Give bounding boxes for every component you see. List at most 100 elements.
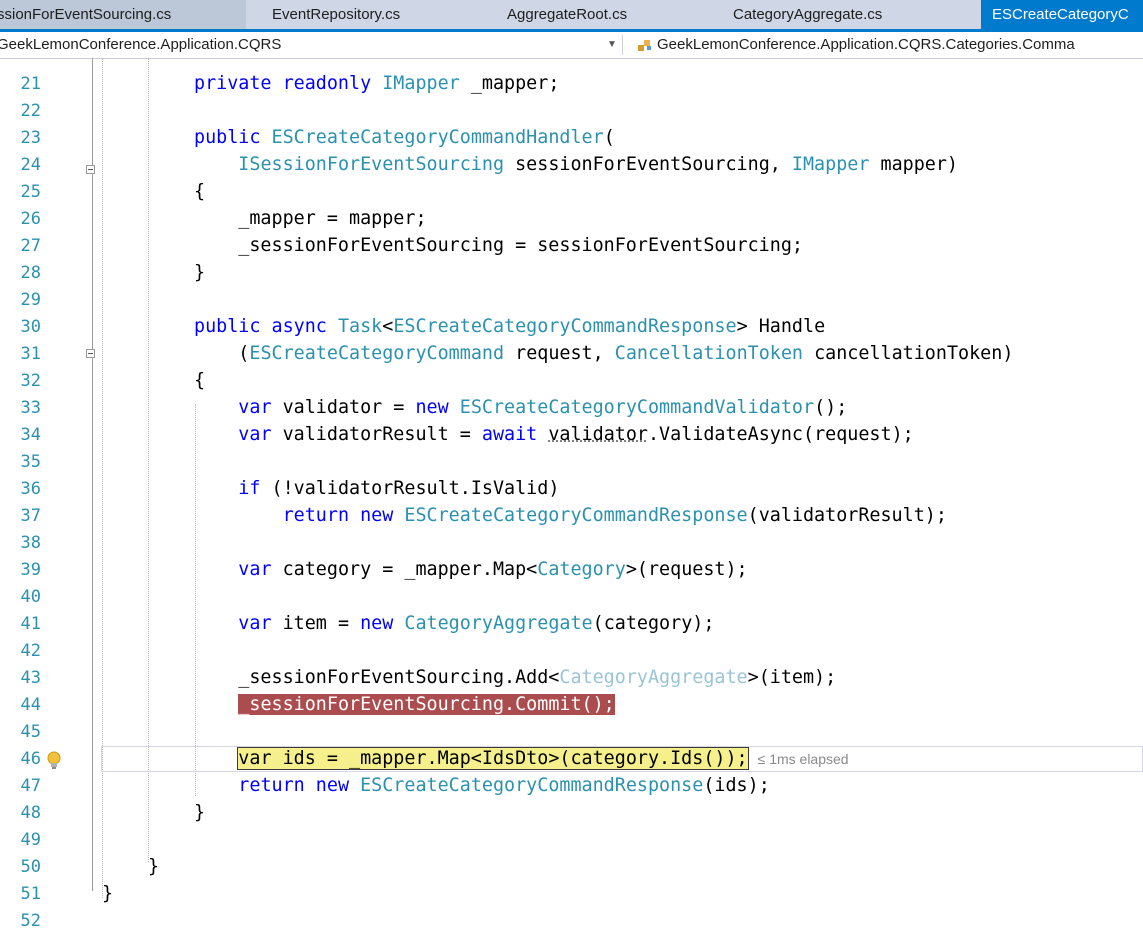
code-line[interactable]: 28} <box>0 260 1143 286</box>
line-number: 51 <box>20 884 41 904</box>
line-number: 23 <box>20 128 41 148</box>
code-line[interactable]: 34 var validatorResult = await validator… <box>0 422 1143 448</box>
code-token: sessionForEventSourcing, <box>504 154 792 175</box>
code-line[interactable]: 45 <box>0 719 1143 745</box>
code-text: public ESCreateCategoryCommandHandler( <box>194 125 615 151</box>
line-number: 28 <box>20 263 41 283</box>
code-token: ESCreateCategoryCommand <box>249 343 505 364</box>
code-line[interactable]: 26 _mapper = mapper; <box>0 206 1143 232</box>
code-line[interactable]: 21 private readonly IMapper _mapper; <box>0 71 1143 97</box>
code-line[interactable]: 27 _sessionForEventSourcing = sessionFor… <box>0 233 1143 259</box>
code-text: { <box>194 179 205 205</box>
code-line[interactable]: 41 var item = new CategoryAggregate(cate… <box>0 611 1143 637</box>
code-token: var <box>238 424 272 445</box>
code-text: _sessionForEventSourcing.Commit(); <box>194 692 615 718</box>
tab-es-create-category-command-handler[interactable]: ESCreateCategoryC <box>981 0 1143 29</box>
code-token: return new <box>282 505 405 526</box>
code-token: var <box>238 397 272 418</box>
code-token: _sessionForEventSourcing.Add< <box>194 667 560 688</box>
code-line[interactable]: 50} <box>0 854 1143 880</box>
code-line[interactable]: 30 public async Task<ESCreateCategoryComm… <box>0 314 1143 340</box>
code-line[interactable]: 23 public ESCreateCategoryCommandHandler( <box>0 125 1143 151</box>
code-token: category = _mapper.Map< <box>271 559 538 580</box>
line-number: 49 <box>20 830 41 850</box>
code-text: private readonly IMapper _mapper; <box>194 71 559 97</box>
line-number: 46 <box>20 749 41 769</box>
line-number: 50 <box>20 857 41 877</box>
code-token: ESCreateCategoryCommandValidator <box>459 397 815 418</box>
line-number: 37 <box>20 506 41 526</box>
code-token: ESCreateCategoryCommandResponse <box>404 505 748 526</box>
tab-session-for-event-sourcing[interactable]: ssionForEventSourcing.cs <box>0 0 246 29</box>
code-line[interactable]: 22 <box>0 98 1143 124</box>
navbar-divider <box>622 35 623 55</box>
code-text: return new ESCreateCategoryCommandRespon… <box>194 503 947 529</box>
code-line[interactable]: 44 _sessionForEventSourcing.Commit(); <box>0 692 1143 718</box>
line-number: 32 <box>20 371 41 391</box>
code-text: { <box>194 368 205 394</box>
code-token: ( <box>603 127 615 148</box>
code-token: return new <box>238 775 361 796</box>
code-text: } <box>102 881 113 907</box>
code-token: validator <box>548 424 648 445</box>
code-line[interactable]: 24 ISessionForEventSourcing sessionForEv… <box>0 152 1143 178</box>
code-token: >(request); <box>625 559 748 580</box>
code-text: var item = new CategoryAggregate(categor… <box>194 611 714 637</box>
breakpoint-statement: _sessionForEventSourcing.Commit(); <box>238 694 615 715</box>
line-number: 25 <box>20 182 41 202</box>
code-line[interactable]: 25 { <box>0 179 1143 205</box>
type-scope-dropdown[interactable]: GeekLemonConference.Application.CQRS.Cat… <box>657 32 1075 58</box>
code-line[interactable]: 33 var validator = new ESCreateCategoryC… <box>0 395 1143 421</box>
code-token: CategoryAggregate <box>559 667 748 688</box>
chevron-down-icon[interactable]: ▼ <box>607 32 617 58</box>
code-text: var ids = _mapper.Map<IdsDto>(category.I… <box>194 746 849 772</box>
code-text: } <box>194 260 205 286</box>
tab-event-repository[interactable]: EventRepository.cs <box>272 0 472 29</box>
tab-category-aggregate[interactable]: CategoryAggregate.cs <box>733 0 963 29</box>
tab-aggregate-root[interactable]: AggregateRoot.cs <box>507 0 707 29</box>
code-line[interactable]: 39 var category = _mapper.Map<Category>(… <box>0 557 1143 583</box>
code-line[interactable]: 38 <box>0 530 1143 556</box>
code-text: ISessionForEventSourcing sessionForEvent… <box>194 152 958 178</box>
code-token: } <box>102 883 114 904</box>
code-line[interactable]: 32 { <box>0 368 1143 394</box>
code-token: { <box>194 181 206 202</box>
code-line[interactable]: 31 (ESCreateCategoryCommand request, Can… <box>0 341 1143 367</box>
code-line[interactable]: 51} <box>0 881 1143 907</box>
code-line[interactable]: 47 return new ESCreateCategoryCommandRes… <box>0 773 1143 799</box>
code-token: ESCreateCategoryCommandResponse <box>360 775 704 796</box>
code-token: ISessionForEventSourcing <box>238 154 505 175</box>
code-token: ( <box>194 343 250 364</box>
code-line[interactable]: 48} <box>0 800 1143 826</box>
document-tab-strip: ssionForEventSourcing.cs EventRepository… <box>0 0 1143 29</box>
code-token: } <box>194 802 206 823</box>
line-number: 38 <box>20 533 41 553</box>
code-line[interactable]: 42 <box>0 638 1143 664</box>
code-text: var validatorResult = await validator.Va… <box>194 422 913 448</box>
code-token: ESCreateCategoryCommandResponse <box>393 316 737 337</box>
line-number: 48 <box>20 803 41 823</box>
code-line[interactable]: 35 <box>0 449 1143 475</box>
line-number: 29 <box>20 290 41 310</box>
code-line[interactable]: 40 <box>0 584 1143 610</box>
project-dropdown[interactable]: GeekLemonConference.Application.CQRS <box>0 32 281 58</box>
code-line[interactable]: 52 <box>0 908 1143 929</box>
line-number: 43 <box>20 668 41 688</box>
code-line[interactable]: 43 _sessionForEventSourcing.Add<Category… <box>0 665 1143 691</box>
code-line[interactable]: 46 var ids = _mapper.Map<IdsDto>(categor… <box>0 746 1143 772</box>
code-text: (ESCreateCategoryCommand request, Cancel… <box>194 341 1013 367</box>
code-token: ESCreateCategoryCommandHandler <box>271 127 604 148</box>
code-token: _mapper = mapper; <box>194 208 427 229</box>
code-token: (validatorResult); <box>747 505 947 526</box>
line-number: 34 <box>20 425 41 445</box>
code-line[interactable]: 37 return new ESCreateCategoryCommandRes… <box>0 503 1143 529</box>
code-token: Task <box>337 316 383 337</box>
code-line[interactable]: 36 if (!validatorResult.IsValid) <box>0 476 1143 502</box>
code-line[interactable]: 49 <box>0 827 1143 853</box>
line-number: 31 <box>20 344 41 364</box>
code-line[interactable]: 29 <box>0 287 1143 313</box>
code-editor[interactable]: 21 private readonly IMapper _mapper; 22 23 p… <box>0 58 1143 929</box>
